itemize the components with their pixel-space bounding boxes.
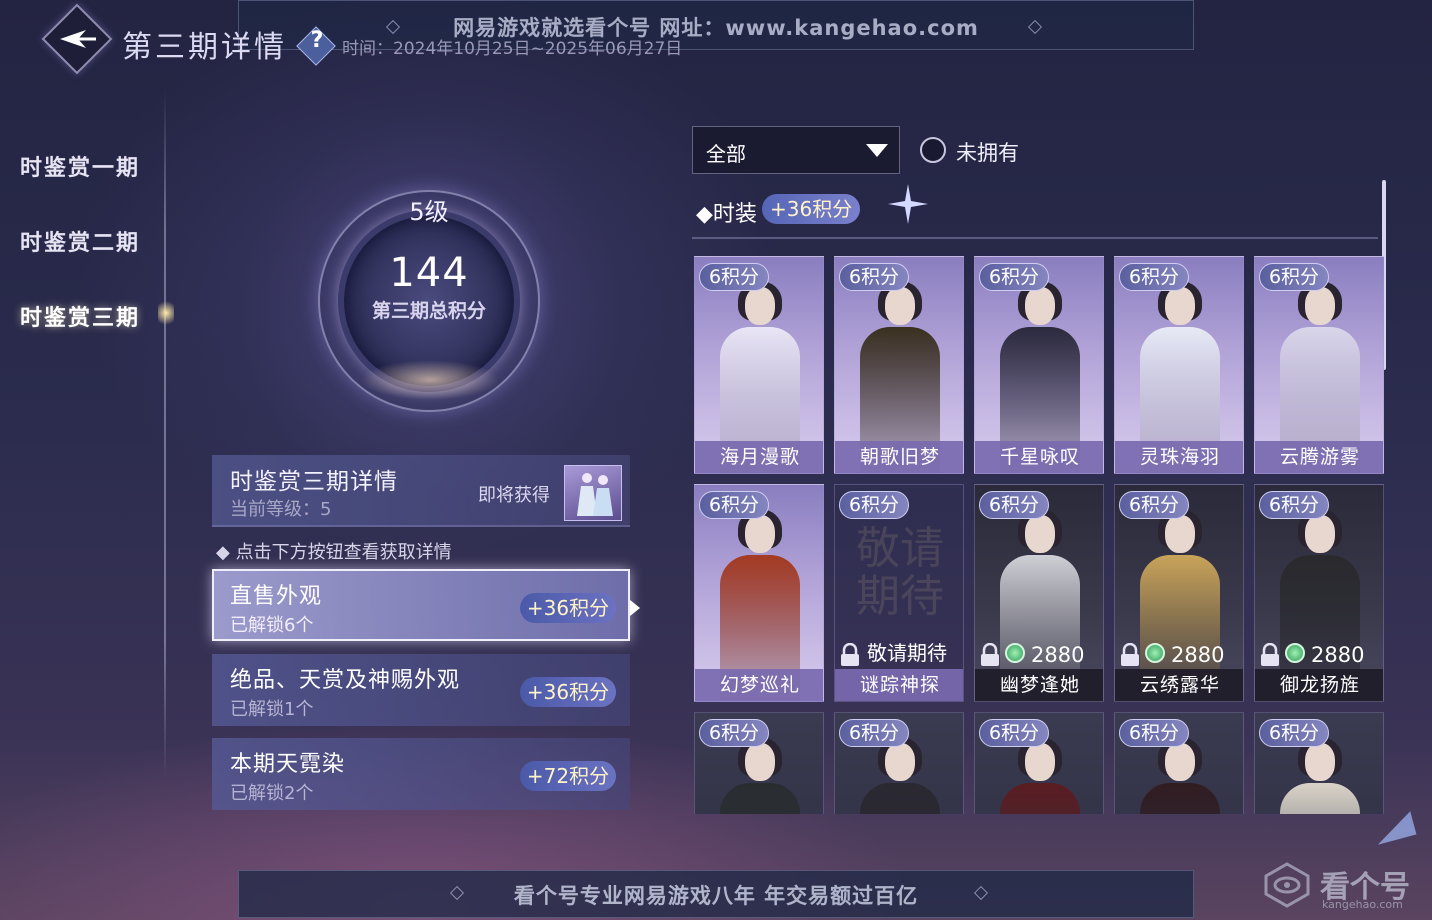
period-detail-title: 时鉴赏三期详情	[230, 469, 398, 495]
page-title: 第三期详情	[122, 30, 287, 65]
outfit-card[interactable]: 6积分	[1114, 712, 1244, 814]
outfit-card[interactable]: 6积分	[974, 712, 1104, 814]
jade-currency-icon	[1005, 643, 1025, 663]
back-arrow-icon	[60, 30, 96, 48]
upcoming-reward-label: 即将获得	[478, 485, 550, 506]
jade-currency-icon	[1145, 643, 1165, 663]
points-badge: 6积分	[979, 491, 1049, 519]
outfit-name: 幻梦巡礼	[695, 669, 823, 701]
corner-arrow-icon	[1371, 811, 1417, 845]
sidebar-item-period-2[interactable]: 时鉴赏二期	[20, 225, 140, 257]
help-icon: ?	[310, 28, 324, 53]
outfit-name: 千星咏叹	[975, 441, 1103, 473]
category-unlocked-count: 已解锁1个	[230, 699, 314, 720]
logo-url: kangehao.com	[1322, 898, 1403, 911]
points-badge: 6积分	[1259, 719, 1329, 747]
outfit-name: 云腾游雾	[1255, 441, 1383, 473]
outfit-card[interactable]: 敬请期待 6积分敬请期待谜踪神探	[834, 484, 964, 702]
sparkle-icon	[888, 184, 928, 224]
sidebar-divider	[164, 90, 166, 780]
coming-soon-art: 敬请期待	[856, 523, 944, 622]
points-badge: 6积分	[1119, 263, 1189, 291]
current-level: 当前等级：5	[230, 499, 332, 520]
watermark-text-bottom: 看个号专业网易游戏八年 年交易额过百亿	[513, 884, 919, 908]
points-badge: 6积分	[839, 491, 909, 519]
section-points-badge: +36积分	[762, 194, 861, 224]
outfit-price: 2880	[1171, 643, 1225, 667]
outfit-figure	[720, 737, 800, 814]
category-points-badge: +36积分	[520, 593, 616, 623]
outfit-card[interactable]: 6积分千星咏叹	[974, 256, 1104, 474]
coming-soon-label: 敬请期待	[867, 641, 947, 665]
points-badge: 6积分	[979, 263, 1049, 291]
points-badge: 6积分	[1259, 263, 1329, 291]
total-score-label: 第三期总积分	[371, 300, 486, 322]
outfit-pair-icon	[577, 473, 613, 516]
points-badge: 6积分	[1259, 491, 1329, 519]
total-score: 144	[389, 250, 469, 296]
points-badge: 6积分	[699, 491, 769, 519]
lock-icon	[1121, 643, 1139, 666]
category-title: 本期天霓染	[230, 752, 346, 777]
outfit-name: 幽梦逢她	[975, 669, 1103, 701]
outfit-name: 谜踪神探	[835, 669, 963, 701]
outfit-card[interactable]: 6积分海月漫歌	[694, 256, 824, 474]
points-badge: 6积分	[699, 719, 769, 747]
outfit-figure	[1280, 737, 1360, 814]
selected-arrow-icon	[630, 600, 640, 616]
outfit-card[interactable]: 6积分 2880 云绣露华	[1114, 484, 1244, 702]
unowned-radio-label[interactable]: 未拥有	[956, 137, 1019, 167]
hint-text: ◆ 点击下方按钮查看获取详情	[216, 542, 452, 563]
points-badge: 6积分	[839, 719, 909, 747]
outfit-card[interactable]: 6积分	[694, 712, 824, 814]
outfit-price: 2880	[1031, 643, 1085, 667]
outfit-card[interactable]: 6积分 2880 幽梦逢她	[974, 484, 1104, 702]
outfit-figure	[860, 737, 940, 814]
outfit-card[interactable]: 6积分幻梦巡礼	[694, 484, 824, 702]
points-badge: 6积分	[1119, 491, 1189, 519]
outfit-name: 御龙扬旌	[1255, 669, 1383, 701]
lock-icon	[1261, 643, 1279, 666]
outfit-name: 海月漫歌	[695, 441, 823, 473]
points-badge: 6积分	[979, 719, 1049, 747]
upcoming-reward-thumbnail[interactable]	[564, 465, 622, 521]
unowned-radio[interactable]	[920, 137, 946, 163]
outfit-card[interactable]: 6积分	[834, 712, 964, 814]
sidebar-item-period-3[interactable]: 时鉴赏三期	[20, 300, 140, 332]
logo-eye-icon	[1264, 862, 1310, 908]
outfit-card[interactable]: 6积分	[1254, 712, 1384, 814]
period-date: 时间：2024年10月25日~2025年06月27日	[342, 39, 683, 59]
filter-dropdown-value: 全部	[706, 142, 746, 166]
outfit-card[interactable]: 6积分云腾游雾	[1254, 256, 1384, 474]
category-title: 直售外观	[230, 584, 323, 609]
outfit-card[interactable]: 6积分灵珠海羽	[1114, 256, 1244, 474]
points-badge: 6积分	[839, 263, 909, 291]
level-label: 5级	[409, 198, 449, 226]
score-ring-glow	[360, 360, 500, 400]
outfit-name: 朝歌旧梦	[835, 441, 963, 473]
outfit-figure	[1140, 737, 1220, 814]
outfit-price: 2880	[1311, 643, 1365, 667]
outfit-card[interactable]: 6积分 2880 御龙扬旌	[1254, 484, 1384, 702]
lock-icon	[981, 643, 999, 666]
category-points-badge: +36积分	[520, 677, 616, 707]
category-unlocked-count: 已解锁2个	[230, 783, 314, 804]
outfit-card[interactable]: 6积分朝歌旧梦	[834, 256, 964, 474]
points-badge: 6积分	[1119, 719, 1189, 747]
points-badge: 6积分	[699, 263, 769, 291]
category-unlocked-count: 已解锁6个	[230, 615, 314, 636]
section-divider	[692, 237, 1378, 239]
outfit-name: 云绣露华	[1115, 669, 1243, 701]
lock-icon	[841, 643, 859, 666]
outfit-figure	[1000, 737, 1080, 814]
jade-currency-icon	[1285, 643, 1305, 663]
outfit-grid: 6积分 海月漫歌 6积分 朝歌旧梦 6积分 千星咏叹 6积分 灵珠海羽 6积分 云腾游雾 6积分 幻梦…	[692, 250, 1386, 814]
chevron-down-icon	[866, 144, 888, 157]
outfit-name: 灵珠海羽	[1115, 441, 1243, 473]
sidebar-item-period-1[interactable]: 时鉴赏一期	[20, 150, 140, 182]
category-points-badge: +72积分	[520, 761, 616, 791]
active-indicator-icon	[158, 298, 174, 328]
section-title: ◆时装	[696, 202, 757, 227]
category-title: 绝品、天赏及神赐外观	[230, 668, 461, 693]
